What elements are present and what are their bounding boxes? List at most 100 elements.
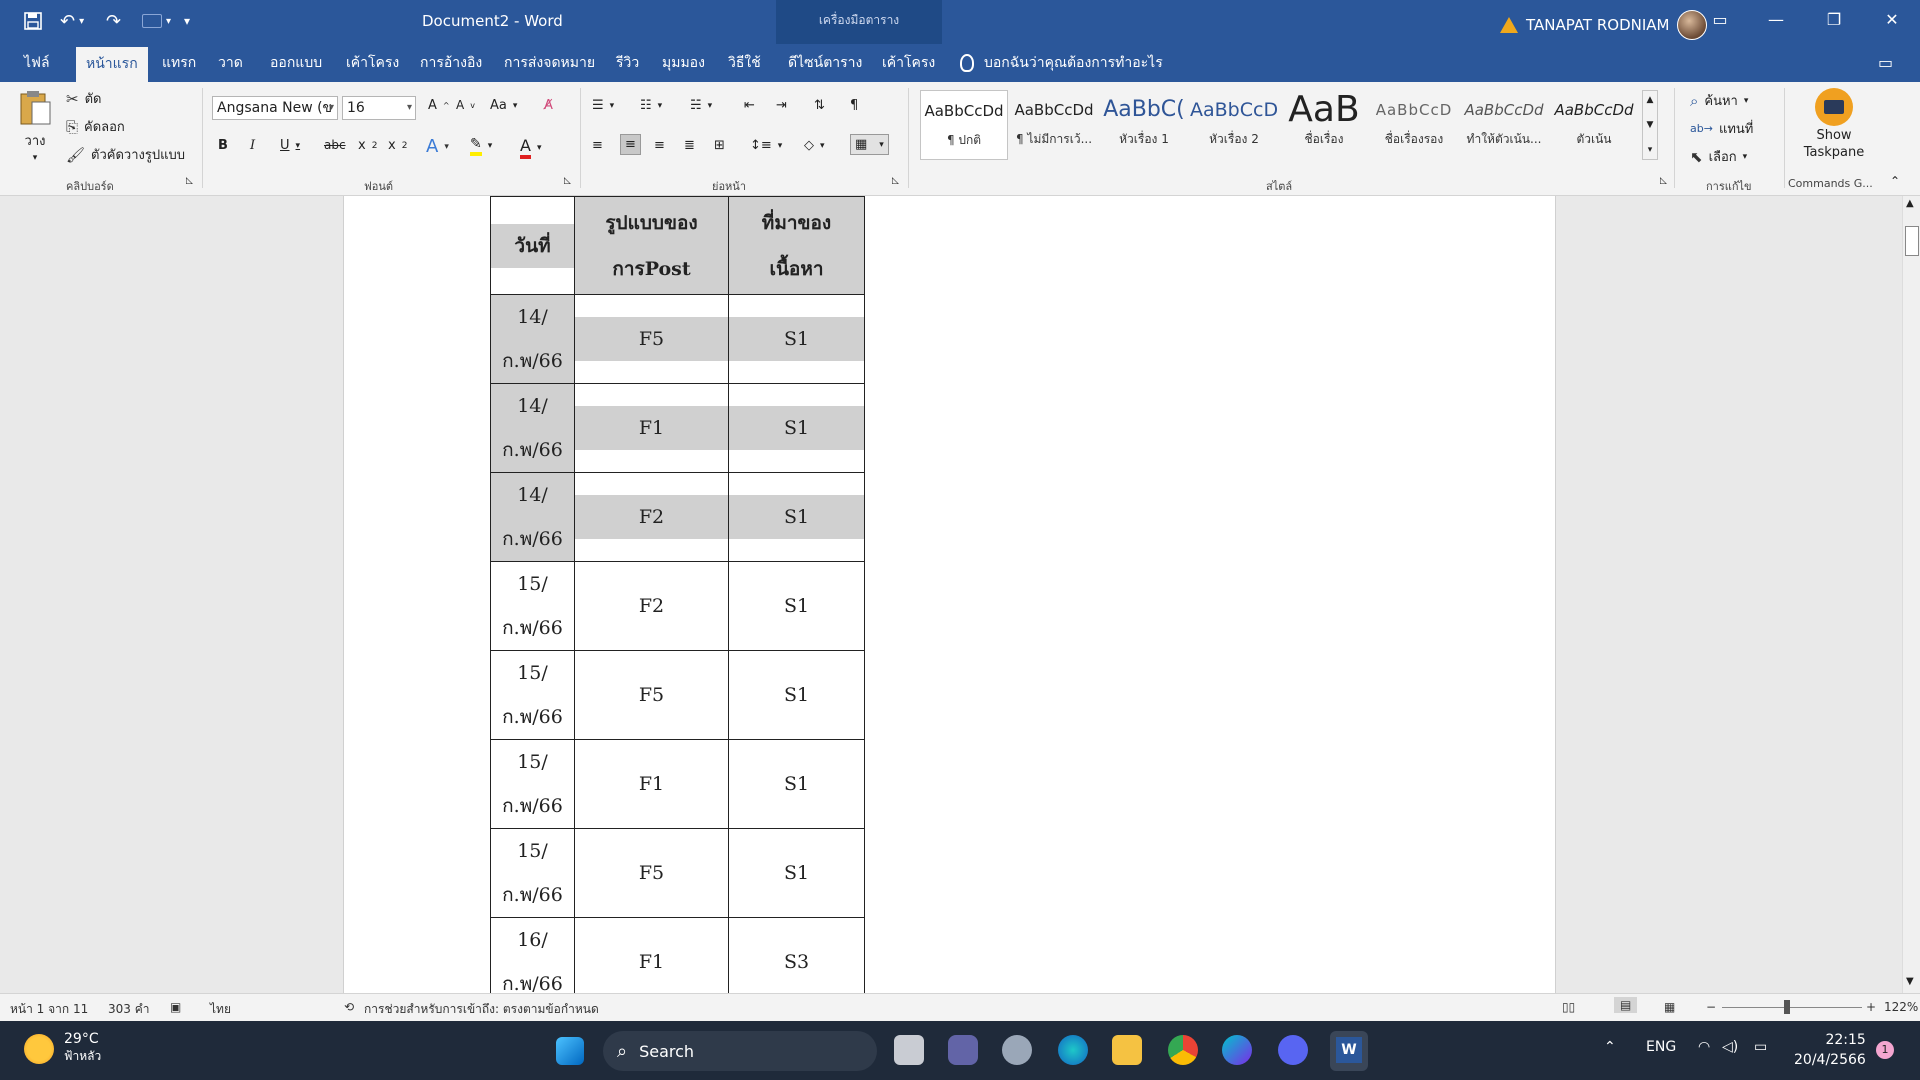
tab-insert[interactable]: แทรก (152, 44, 206, 82)
account-area[interactable]: TANAPAT RODNIAM (1500, 10, 1708, 40)
decrease-indent-icon[interactable]: ⇤ (744, 98, 755, 113)
find-button[interactable]: ⌕ ค้นหา ▾ (1690, 90, 1748, 111)
sort-icon[interactable]: ⇅ (814, 98, 825, 113)
teams-icon[interactable] (948, 1035, 978, 1065)
style-normal[interactable]: AaBbCcDd ¶ ปกติ (920, 90, 1008, 160)
wifi-icon[interactable]: ◠ (1698, 1039, 1710, 1055)
tab-review[interactable]: รีวิว (606, 44, 649, 82)
date-cell[interactable]: 15/ก.พ/66 (490, 739, 575, 829)
touch-mode-icon[interactable]: ▾ (142, 9, 171, 33)
tab-table-design[interactable]: ดีไซน์ตาราง (778, 44, 872, 82)
header-source-cell[interactable]: ที่มาของ เนื้อหา (728, 196, 865, 295)
replace-button[interactable]: ab→ แทนที่ (1690, 118, 1753, 139)
styles-scroll[interactable]: ▲ ▼ ▾ (1642, 90, 1658, 160)
tab-view[interactable]: มุมมอง (652, 44, 715, 82)
source-cell[interactable]: S3 (728, 917, 865, 993)
minimize-icon[interactable]: — (1748, 0, 1804, 40)
date-cell[interactable]: 16/ก.พ/66 (490, 917, 575, 993)
shrink-font-icon[interactable]: Av (456, 98, 475, 112)
font-launcher-icon[interactable]: ◺ (564, 176, 571, 186)
clock[interactable]: 22:15 20/4/2566 (1794, 1030, 1866, 1070)
source-cell[interactable]: S1 (728, 739, 865, 829)
style-no-spacing[interactable]: AaBbCcDd ¶ ไม่มีการเว้... (1010, 90, 1098, 160)
volume-icon[interactable]: ◁) (1722, 1039, 1738, 1055)
input-language[interactable]: ENG (1646, 1039, 1676, 1055)
format-cell[interactable]: F5 (574, 294, 729, 384)
justify-icon[interactable]: ≣ (684, 138, 695, 153)
tab-home[interactable]: หน้าแรก (76, 44, 148, 82)
increase-indent-icon[interactable]: ⇥ (776, 98, 787, 113)
date-cell[interactable]: 15/ก.พ/66 (490, 650, 575, 740)
show-hidden-icons[interactable]: ⌃ (1604, 1039, 1616, 1055)
distributed-icon[interactable]: ⊞ (714, 138, 725, 153)
align-left-icon[interactable]: ≡ (592, 138, 603, 153)
page-count[interactable]: หน้า 1 จาก 11 (10, 1000, 88, 1019)
strikethrough-icon[interactable]: abc (324, 138, 346, 152)
undo-icon[interactable]: ↶ ▾ (60, 9, 84, 33)
tab-file[interactable]: ไฟล์ (14, 44, 60, 82)
file-explorer-icon[interactable] (1112, 1035, 1142, 1065)
superscript-icon[interactable]: x2 (388, 138, 407, 153)
word-count[interactable]: 303 คำ (108, 1000, 149, 1019)
vertical-scrollbar[interactable]: ▲ ▼ (1902, 196, 1920, 993)
clear-formatting-icon[interactable]: A̸ (544, 98, 553, 113)
scroll-down-icon[interactable]: ▼ (1906, 976, 1914, 987)
zoom-slider-handle[interactable] (1784, 1000, 1790, 1014)
edge-icon[interactable] (1058, 1035, 1088, 1065)
pilcrow-icon[interactable]: ¶ (850, 98, 858, 113)
source-cell[interactable]: S1 (728, 472, 865, 562)
underline-icon[interactable]: U ▾ (280, 138, 300, 153)
language-indicator[interactable]: ไทย (210, 1000, 231, 1019)
borders-icon[interactable]: ▦ ▾ (850, 134, 889, 155)
source-cell[interactable]: S1 (728, 383, 865, 473)
word-taskbar-button[interactable]: W (1330, 1031, 1368, 1071)
style-emphasis[interactable]: AaBbCcDd ตัวเน้น (1550, 90, 1638, 160)
close-icon[interactable]: ✕ (1864, 0, 1920, 40)
paste-button[interactable]: วาง ▾ (18, 88, 52, 163)
format-cell[interactable]: F1 (574, 739, 729, 829)
tab-layout[interactable]: เค้าโครง (336, 44, 409, 82)
tab-help[interactable]: วิธีใช้ (718, 44, 771, 82)
tab-mailings[interactable]: การส่งจดหมาย (494, 44, 605, 82)
date-cell[interactable]: 14/ก.พ/66 (490, 383, 575, 473)
text-effects-icon[interactable]: A ▾ (426, 136, 449, 157)
tab-references[interactable]: การอ้างอิง (410, 44, 492, 82)
print-layout-icon[interactable]: ▤ (1614, 997, 1638, 1013)
tab-table-layout[interactable]: เค้าโครง (872, 44, 945, 82)
accessibility-status[interactable]: การช่วยสำหรับการเข้าถึง: ตรงตามข้อกำหนด (364, 1000, 599, 1019)
style-title[interactable]: AaB ชื่อเรื่อง (1280, 90, 1368, 160)
bold-icon[interactable]: B (218, 138, 228, 153)
styles-launcher-icon[interactable]: ◺ (1660, 176, 1667, 186)
data-table[interactable]: วันที่ รูปแบบของ การPost ที่มาของ เนื้อหา … (490, 196, 865, 993)
customize-toolbar-icon[interactable]: ▾ (184, 9, 190, 33)
header-format-cell[interactable]: รูปแบบของ การPost (574, 196, 729, 295)
source-cell[interactable]: S1 (728, 650, 865, 740)
task-view-icon[interactable] (894, 1035, 924, 1065)
zoom-in-icon[interactable]: + (1866, 1000, 1876, 1014)
font-name-combo[interactable]: Angsana New (ข ▾ (212, 96, 338, 120)
date-cell[interactable]: 14/ก.พ/66 (490, 472, 575, 562)
battery-icon[interactable]: ▭ (1754, 1039, 1767, 1055)
date-cell[interactable]: 15/ก.พ/66 (490, 828, 575, 918)
format-cell[interactable]: F2 (574, 561, 729, 651)
taskbar-search[interactable]: ⌕ Search (603, 1031, 877, 1071)
format-cell[interactable]: F1 (574, 917, 729, 993)
restore-icon[interactable]: ❐ (1806, 0, 1862, 40)
style-heading-2[interactable]: AaBbCcD หัวเรื่อง 2 (1190, 90, 1278, 160)
shading-icon[interactable]: ◇ ▾ (804, 138, 825, 153)
clipboard-launcher-icon[interactable]: ◺ (186, 176, 193, 186)
font-size-combo[interactable]: 16 ▾ (342, 96, 416, 120)
copy-button[interactable]: ⎘ คัดลอก (66, 116, 125, 137)
notification-badge[interactable]: 1 (1876, 1041, 1894, 1059)
source-cell[interactable]: S1 (728, 828, 865, 918)
date-cell[interactable]: 15/ก.พ/66 (490, 561, 575, 651)
format-cell[interactable]: F5 (574, 828, 729, 918)
paragraph-launcher-icon[interactable]: ◺ (892, 176, 899, 186)
multilevel-list-icon[interactable]: ☵ ▾ (690, 98, 712, 113)
tell-me-box[interactable]: บอกฉันว่าคุณต้องการทำอะไร (960, 44, 1163, 82)
tab-draw[interactable]: วาด (208, 44, 253, 82)
date-cell[interactable]: 14/ก.พ/66 (490, 294, 575, 384)
style-heading-1[interactable]: AaBbC(หัวเรื่อง 1 (1100, 90, 1188, 160)
format-cell[interactable]: F1 (574, 383, 729, 473)
align-right-icon[interactable]: ≡ (654, 138, 665, 153)
